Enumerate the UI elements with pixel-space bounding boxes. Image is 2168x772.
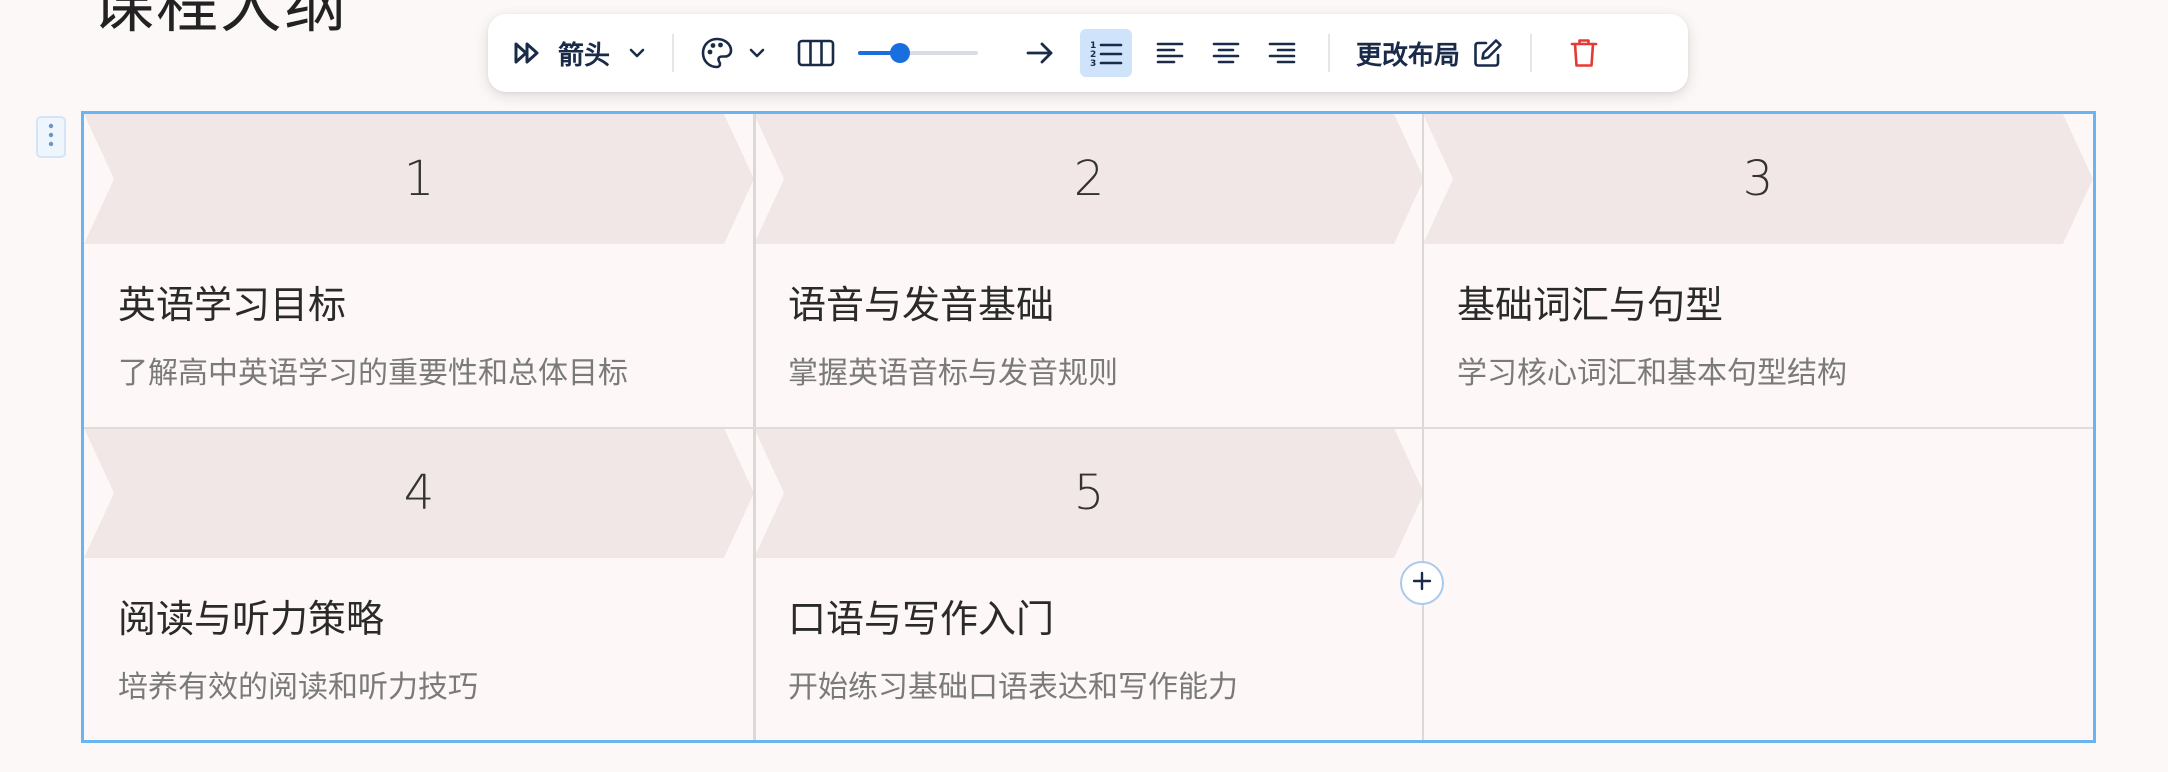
toolbar-divider [672,34,675,72]
item-number: 4 [403,465,435,521]
item-description[interactable]: 学习核心词汇和基本句型结构 [1457,348,1847,392]
chevron-down-icon [628,47,646,59]
align-left-button[interactable] [1144,29,1196,77]
align-left-icon [1155,39,1185,67]
columns-icon [797,38,835,68]
delete-button[interactable] [1558,29,1610,77]
grid-item-1[interactable]: 1 英语学习目标 了解高中英语学习的重要性和总体目标 [84,114,754,428]
style-dropdown[interactable]: 箭头 [512,35,646,72]
item-description[interactable]: 培养有效的阅读和听力技巧 [118,662,478,706]
add-item-button[interactable] [1400,561,1444,605]
svg-text:3: 3 [1090,59,1096,68]
row-divider [84,427,2093,429]
item-title[interactable]: 英语学习目标 [118,274,346,329]
block-toolbar: 箭头 1 2 3 更改布局 [488,14,1688,92]
color-dropdown[interactable] [700,36,766,70]
arrow-right-icon [1024,39,1056,67]
fast-forward-icon [512,38,544,68]
arrow-grid-block[interactable]: 1 英语学习目标 了解高中英语学习的重要性和总体目标 2 语音与发音基础 掌握英… [81,111,2096,743]
page-title: 课程大纲 [92,0,349,41]
item-title[interactable]: 基础词汇与句型 [1457,274,1723,329]
grid-empty-cell [1423,428,2093,742]
plus-icon [1412,571,1432,595]
align-right-button[interactable] [1256,29,1308,77]
columns-slider[interactable] [858,38,979,68]
numbered-list-button[interactable]: 1 2 3 [1080,29,1133,77]
grid-item-5[interactable]: 5 口语与写作入门 开始练习基础口语表达和写作能力 [754,428,1424,742]
toolbar-divider [1328,34,1331,72]
align-center-button[interactable] [1200,29,1252,77]
trash-icon [1569,37,1599,69]
item-number: 1 [403,151,435,207]
numbered-list-icon: 1 2 3 [1089,38,1123,68]
chevron-down-icon [748,47,766,59]
item-title[interactable]: 语音与发音基础 [788,274,1054,329]
item-number: 2 [1073,151,1105,207]
edit-icon [1472,37,1504,69]
toolbar-divider [1530,34,1533,72]
grid-item-4[interactable]: 4 阅读与听力策略 培养有效的阅读和听力技巧 [84,428,754,742]
item-number: 3 [1742,151,1774,207]
item-description[interactable]: 掌握英语音标与发音规则 [788,348,1118,392]
grid-item-2[interactable]: 2 语音与发音基础 掌握英语音标与发音规则 [754,114,1424,428]
arrow-direction-button[interactable] [1014,29,1066,77]
align-right-icon [1267,39,1297,67]
drag-dots-icon [48,122,54,152]
grid-item-3[interactable]: 3 基础词汇与句型 学习核心词汇和基本句型结构 [1423,114,2093,428]
change-layout-label: 更改布局 [1356,40,1461,71]
palette-icon [700,36,734,70]
style-dropdown-label: 箭头 [558,40,611,71]
item-description[interactable]: 了解高中英语学习的重要性和总体目标 [118,348,628,392]
change-layout-button[interactable]: 更改布局 [1356,35,1504,72]
item-title[interactable]: 阅读与听力策略 [118,588,384,643]
item-title[interactable]: 口语与写作入门 [788,588,1054,643]
item-description[interactable]: 开始练习基础口语表达和写作能力 [788,662,1238,706]
item-number: 5 [1073,465,1105,521]
columns-button[interactable] [790,29,842,77]
block-drag-handle[interactable] [36,116,66,158]
slider-thumb[interactable] [890,43,911,63]
align-center-icon [1211,39,1241,67]
